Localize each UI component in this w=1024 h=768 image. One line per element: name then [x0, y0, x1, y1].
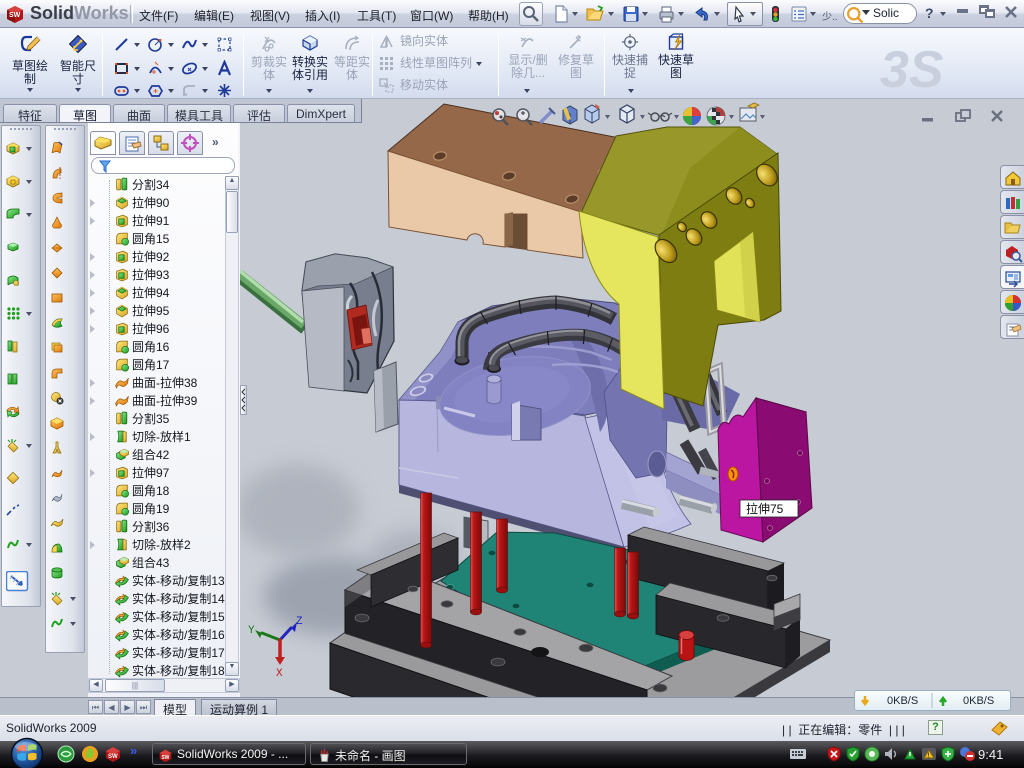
svg-text:SW: SW: [108, 754, 118, 760]
svg-text:SW: SW: [9, 12, 21, 19]
svg-text:X: X: [276, 668, 283, 680]
svg-text:SW: SW: [161, 755, 169, 761]
svg-text:!: !: [928, 753, 930, 760]
svg-text:Y: Y: [248, 625, 255, 637]
svg-text:拉伸75: 拉伸75: [746, 501, 784, 516]
svg-text:Z: Z: [296, 616, 303, 628]
